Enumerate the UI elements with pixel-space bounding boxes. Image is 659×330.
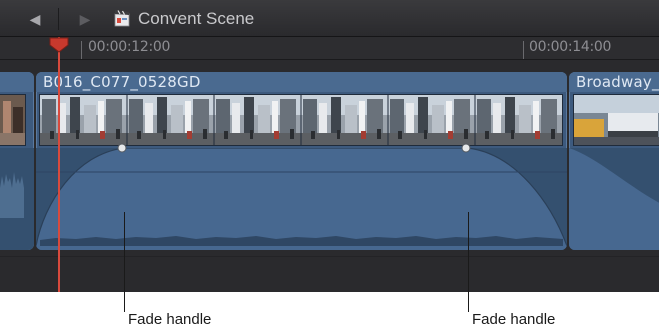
- back-button[interactable]: ◀: [22, 9, 48, 29]
- clip-header: Broadway_: [569, 72, 659, 92]
- audio-waveform: [0, 148, 34, 250]
- timecode-ruler[interactable]: 00:00:12:00 00:00:14:00: [0, 37, 659, 60]
- project-title: Convent Scene: [138, 9, 255, 28]
- clip-header: [0, 72, 34, 92]
- clapperboard-icon: [114, 10, 130, 27]
- clip-next[interactable]: Broadway_: [569, 72, 659, 250]
- timeline-window: ◀ ▶ Convent Scene 00:00:12:00 00:00:14:0…: [0, 0, 659, 292]
- playhead[interactable]: [58, 37, 60, 292]
- callout-line: [124, 212, 125, 312]
- audio-waveform: [569, 148, 659, 250]
- clip-previous[interactable]: [0, 72, 34, 250]
- ruler-tick: [81, 41, 82, 59]
- playhead-handle[interactable]: [49, 37, 69, 53]
- clip-header: B016_C077_0528GD: [36, 72, 567, 92]
- clip-main[interactable]: B016_C077_0528GD: [36, 72, 567, 250]
- ruler-tick: [523, 41, 524, 59]
- fade-handle-callout: Fade handle: [128, 311, 212, 328]
- clip-filmstrip: [39, 94, 563, 146]
- back-arrow-icon: ◀: [29, 11, 41, 27]
- ruler-label: 00:00:12:00: [88, 39, 171, 55]
- timeline-tracks[interactable]: B016_C077_0528GD Broadway_: [0, 60, 659, 292]
- timeline-toolbar: ◀ ▶ Convent Scene: [0, 0, 659, 37]
- forward-button[interactable]: ▶: [72, 9, 98, 29]
- fade-out-handle[interactable]: [461, 143, 471, 153]
- clip-filmstrip: [573, 94, 659, 146]
- fade-handle-callout: Fade handle: [472, 311, 556, 328]
- lane-divider: [0, 256, 659, 257]
- clip-filmstrip: [0, 94, 26, 146]
- audio-waveform: [36, 143, 567, 250]
- fade-in-handle[interactable]: [117, 143, 127, 153]
- nav-divider: [58, 8, 59, 30]
- forward-arrow-icon: ▶: [79, 11, 91, 27]
- ruler-label: 00:00:14:00: [529, 39, 612, 55]
- callout-line: [468, 212, 469, 312]
- clip-name: B016_C077_0528GD: [43, 73, 201, 91]
- clip-name: Broadway_: [576, 73, 659, 91]
